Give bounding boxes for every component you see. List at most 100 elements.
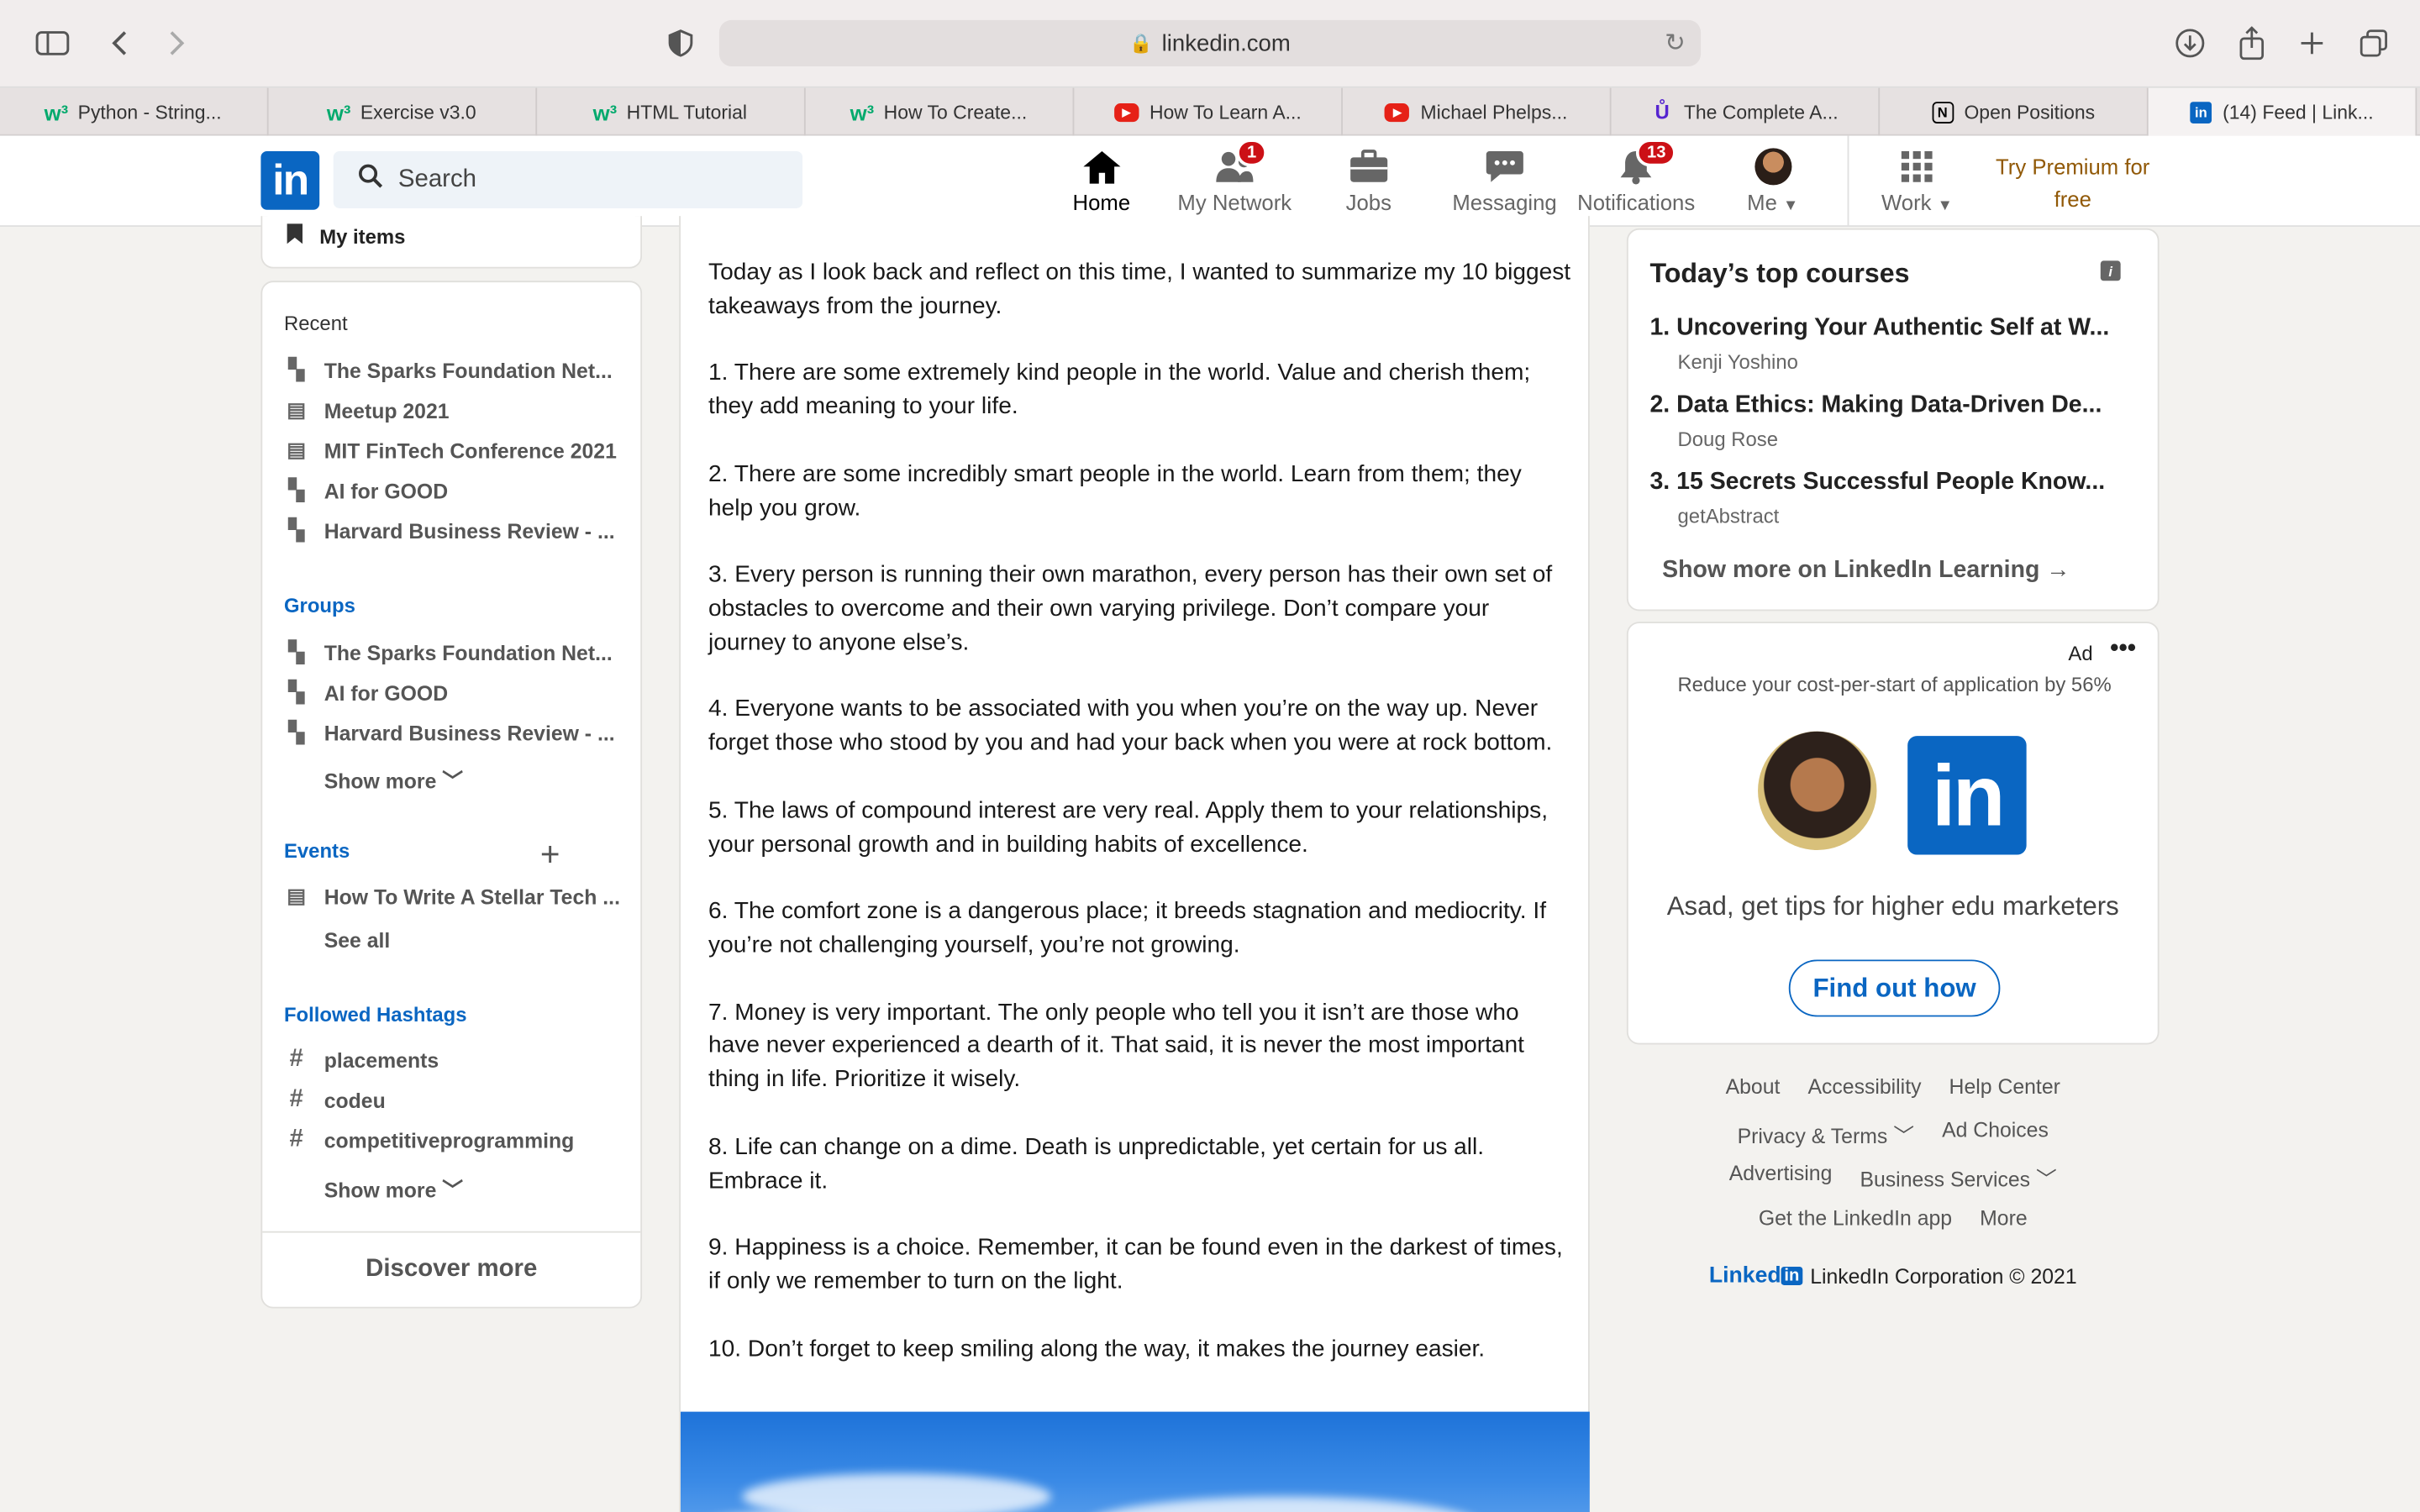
course-item[interactable]: 2. Data Ethics: Making Data-Driven De...… bbox=[1649, 392, 2144, 451]
ad-user-avatar bbox=[1758, 731, 1877, 851]
post-paragraph: Today as I look back and reflect on this… bbox=[708, 259, 1571, 319]
post-image[interactable] bbox=[680, 1411, 1590, 1512]
briefcase-icon bbox=[1349, 144, 1389, 190]
new-tab-icon[interactable] bbox=[2291, 22, 2333, 65]
group-icon: ▚ bbox=[288, 640, 304, 664]
tab-michael-phelps[interactable]: ▶ Michael Phelps... bbox=[1343, 87, 1612, 136]
more-options-icon[interactable]: ••• bbox=[2110, 636, 2136, 664]
udemy-icon: Ů bbox=[1655, 100, 1670, 123]
footer-accessibility-link[interactable]: Accessibility bbox=[1807, 1075, 1921, 1099]
cloud-shape bbox=[742, 1473, 1051, 1512]
find-out-how-button[interactable]: Find out how bbox=[1788, 959, 2001, 1017]
privacy-shield-icon[interactable] bbox=[659, 22, 702, 65]
courses-title: Today’s top courses bbox=[1649, 257, 1910, 289]
post-paragraph: 10. Don’t forget to keep smiling along t… bbox=[708, 1335, 1486, 1362]
tab-linkedin-feed[interactable]: in (14) Feed | Link... bbox=[2148, 87, 2417, 136]
network-icon: 1 bbox=[1214, 139, 1268, 190]
footer-adchoices-link[interactable]: Ad Choices bbox=[1942, 1119, 2049, 1150]
address-bar[interactable]: 🔒 linkedin.com ↻ bbox=[718, 19, 1702, 66]
my-items-link[interactable]: My items bbox=[286, 222, 405, 249]
linkedin-navbar: in Home 1 My Network Jobs bbox=[0, 135, 2420, 227]
chevron-down-icon: ﹀ bbox=[2035, 1168, 2057, 1191]
post-paragraph: 2. There are some incredibly smart peopl… bbox=[708, 460, 1522, 522]
bell-icon: 13 bbox=[1618, 139, 1677, 190]
footer-about-link[interactable]: About bbox=[1726, 1075, 1781, 1099]
ad-label: Ad bbox=[2068, 642, 2093, 665]
calendar-icon: ▤ bbox=[287, 884, 306, 907]
nav-notifications[interactable]: 13 Notifications bbox=[1577, 139, 1695, 227]
events-heading[interactable]: Events bbox=[284, 839, 350, 863]
messaging-icon bbox=[1485, 144, 1525, 190]
group-item[interactable]: ▚ AI for GOOD bbox=[284, 675, 631, 711]
recent-item[interactable]: ▚ The Sparks Foundation Net... bbox=[284, 352, 631, 389]
nav-my-network[interactable]: 1 My Network bbox=[1177, 139, 1292, 227]
tab-exercise[interactable]: w³ Exercise v3.0 bbox=[269, 87, 538, 136]
nav-jobs[interactable]: Jobs bbox=[1346, 144, 1392, 227]
groups-heading[interactable]: Groups bbox=[284, 594, 355, 617]
calendar-icon: ▤ bbox=[287, 397, 306, 422]
tab-bar: w³ Python - String... w³ Exercise v3.0 w³ H… bbox=[0, 87, 2420, 136]
browser-toolbar: 🔒 linkedin.com ↻ bbox=[0, 0, 2420, 88]
w3schools-icon: w³ bbox=[592, 99, 618, 124]
hashtag-item[interactable]: # placements bbox=[284, 1042, 631, 1079]
hashtags-heading[interactable]: Followed Hashtags bbox=[284, 1003, 467, 1026]
course-item[interactable]: 3. 15 Secrets Successful People Know... … bbox=[1649, 469, 2144, 528]
recent-item[interactable]: ▚ AI for GOOD bbox=[284, 472, 631, 509]
tab-html-tutorial[interactable]: w³ HTML Tutorial bbox=[537, 87, 806, 136]
sidebar-toggle-icon[interactable] bbox=[31, 22, 74, 65]
nav-home[interactable]: Home bbox=[1032, 144, 1172, 227]
ad-description: Reduce your cost-per-start of applicatio… bbox=[1677, 672, 2112, 696]
footer-privacy-link[interactable]: Privacy & Terms ﹀ bbox=[1738, 1119, 1914, 1150]
course-item[interactable]: 1. Uncovering Your Authentic Self at W..… bbox=[1649, 315, 2144, 374]
reload-icon[interactable]: ↻ bbox=[1665, 28, 1686, 59]
nav-work[interactable]: Work ▼ bbox=[1881, 144, 1953, 227]
show-more-learning-link[interactable]: Show more on LinkedIn Learning → bbox=[1662, 557, 2070, 585]
home-icon bbox=[1081, 144, 1122, 190]
linkedin-logo[interactable]: in bbox=[260, 150, 320, 210]
hashtag-item[interactable]: # codeu bbox=[284, 1082, 631, 1119]
share-icon[interactable] bbox=[2230, 22, 2273, 65]
tab-how-to-create[interactable]: w³ How To Create... bbox=[806, 87, 1075, 136]
footer-business-link[interactable]: Business Services ﹀ bbox=[1860, 1162, 2056, 1193]
events-see-all[interactable]: See all bbox=[324, 929, 391, 953]
search-box[interactable] bbox=[333, 150, 803, 208]
footer-more-link[interactable]: More bbox=[1980, 1206, 2028, 1230]
groups-show-more[interactable]: Show more ﹀ bbox=[324, 764, 463, 795]
post-body: Today as I look back and reflect on this… bbox=[708, 256, 1573, 1399]
recent-item[interactable]: ▚ Harvard Business Review - ... bbox=[284, 512, 631, 549]
group-item[interactable]: ▚ Harvard Business Review - ... bbox=[284, 714, 631, 751]
network-badge: 1 bbox=[1236, 139, 1268, 167]
hashtag-item[interactable]: # competitiveprogramming bbox=[284, 1121, 631, 1158]
footer-advertising-link[interactable]: Advertising bbox=[1729, 1162, 1833, 1193]
tab-python-string[interactable]: w³ Python - String... bbox=[0, 87, 269, 136]
tab-overview-icon[interactable] bbox=[2352, 22, 2395, 65]
nav-messaging[interactable]: Messaging bbox=[1452, 144, 1557, 227]
hashtags-show-more[interactable]: Show more ﹀ bbox=[324, 1173, 463, 1204]
post-paragraph: 7. Money is very important. The only peo… bbox=[708, 999, 1524, 1093]
discover-more-button[interactable]: Discover more bbox=[262, 1231, 641, 1307]
search-input[interactable] bbox=[397, 165, 769, 194]
recent-item[interactable]: ▤ MIT FinTech Conference 2021 bbox=[284, 432, 631, 469]
download-icon[interactable] bbox=[2169, 22, 2212, 65]
hashtag-icon: # bbox=[289, 1046, 303, 1073]
group-item[interactable]: ▚ The Sparks Foundation Net... bbox=[284, 634, 631, 671]
forward-icon[interactable] bbox=[156, 22, 199, 65]
tab-how-to-learn[interactable]: ▶ How To Learn A... bbox=[1074, 87, 1343, 136]
add-event-icon[interactable]: + bbox=[540, 835, 560, 875]
back-icon[interactable] bbox=[97, 22, 140, 65]
post-paragraph: 1. There are some extremely kind people … bbox=[708, 360, 1531, 420]
footer-help-link[interactable]: Help Center bbox=[1949, 1075, 2060, 1099]
event-item[interactable]: ▤ How To Write A Stellar Tech ... bbox=[284, 878, 631, 915]
tab-open-positions[interactable]: N Open Positions bbox=[1880, 87, 2149, 136]
group-icon: ▚ bbox=[288, 680, 304, 704]
footer-app-link[interactable]: Get the LinkedIn app bbox=[1759, 1206, 1952, 1230]
tab-the-complete[interactable]: Ů The Complete A... bbox=[1612, 87, 1881, 136]
ad-tip-text: Asad, get tips for higher edu marketers bbox=[1666, 891, 2119, 921]
chevron-down-icon: ﹀ bbox=[1893, 1124, 1915, 1148]
recent-item[interactable]: ▤ Meetup 2021 bbox=[284, 392, 631, 429]
nav-me[interactable]: Me ▼ bbox=[1747, 144, 1798, 227]
chevron-down-icon: ﹀ bbox=[442, 769, 464, 794]
info-icon[interactable]: i bbox=[2100, 260, 2121, 281]
try-premium-link[interactable]: Try Premium for free bbox=[1981, 151, 2165, 216]
post-paragraph: 9. Happiness is a choice. Remember, it c… bbox=[708, 1234, 1563, 1294]
